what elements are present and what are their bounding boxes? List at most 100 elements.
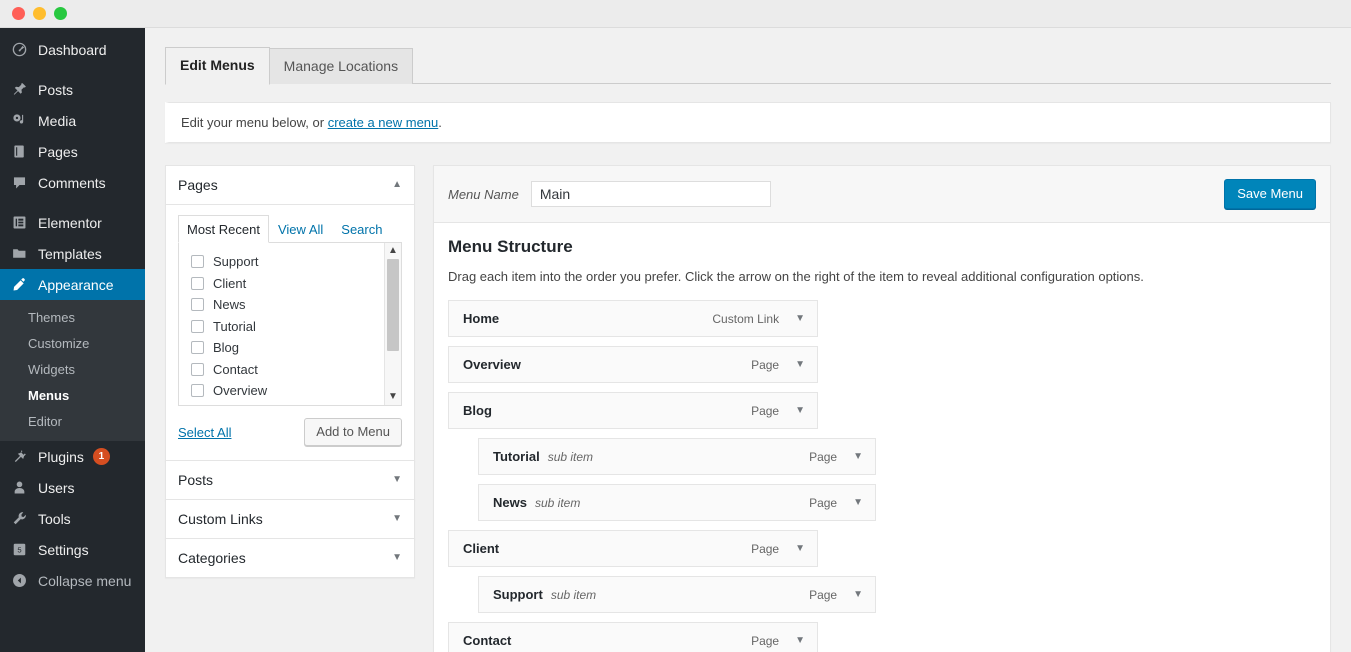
- sidebar-item-settings[interactable]: 5 Settings: [0, 534, 145, 565]
- menu-item-title: News: [493, 495, 527, 510]
- select-all-link[interactable]: Select All: [178, 425, 231, 440]
- admin-sidebar: Dashboard Posts Media Pages Comments: [0, 28, 145, 652]
- sidebar-label: Media: [38, 113, 76, 129]
- chevron-down-icon[interactable]: ▼: [392, 475, 402, 485]
- checkbox-support[interactable]: [191, 255, 204, 268]
- menu-item-row[interactable]: Support sub item Page ▼: [478, 576, 876, 613]
- menu-item-type: Page: [751, 404, 779, 418]
- menu-item-type: Page: [809, 496, 837, 510]
- checkbox-blog[interactable]: [191, 341, 204, 354]
- menu-item-row[interactable]: Tutorial sub item Page ▼: [478, 438, 876, 475]
- list-item[interactable]: Support: [191, 251, 384, 273]
- menu-item-row[interactable]: Contact Page ▼: [448, 622, 818, 652]
- submenu-item-editor[interactable]: Editor: [0, 409, 145, 435]
- checkbox-tutorial[interactable]: [191, 320, 204, 333]
- accordion-posts: Posts ▼: [165, 460, 415, 500]
- menu-item-row[interactable]: Overview Page ▼: [448, 346, 818, 383]
- menu-item-row[interactable]: News sub item Page ▼: [478, 484, 876, 521]
- list-item-label: Overview: [213, 383, 267, 398]
- list-item-label: News: [213, 297, 246, 312]
- checkbox-news[interactable]: [191, 298, 204, 311]
- sidebar-item-plugins[interactable]: Plugins 1: [0, 441, 145, 472]
- maximize-window-button[interactable]: [54, 7, 67, 20]
- sidebar-item-tools[interactable]: Tools: [0, 503, 145, 534]
- chevron-down-icon[interactable]: ▼: [795, 405, 805, 416]
- plug-icon: [9, 447, 29, 467]
- submenu-item-customize[interactable]: Customize: [0, 331, 145, 357]
- chevron-down-icon[interactable]: ▼: [392, 514, 402, 524]
- sidebar-item-collapse-menu[interactable]: Collapse menu: [0, 565, 145, 596]
- submenu-item-themes[interactable]: Themes: [0, 305, 145, 331]
- accordion-pages: Pages ▲ Most Recent View All Search: [165, 165, 415, 461]
- accordion-custom-links: Custom Links ▼: [165, 499, 415, 539]
- inner-tab-view-all[interactable]: View All: [269, 215, 332, 242]
- list-item[interactable]: Contact: [191, 359, 384, 381]
- menu-name-input[interactable]: [531, 181, 771, 207]
- list-item-label: Tutorial: [213, 319, 256, 334]
- chevron-down-icon[interactable]: ▼: [392, 553, 402, 563]
- sidebar-item-comments[interactable]: Comments: [0, 167, 145, 198]
- pages-checklist: Support Client News: [179, 243, 384, 405]
- menu-item-title: Client: [463, 541, 499, 556]
- chevron-down-icon[interactable]: ▼: [853, 451, 863, 462]
- menu-item-type: Custom Link: [712, 312, 779, 326]
- inner-tab-search[interactable]: Search: [332, 215, 391, 242]
- accordion-posts-title: Posts: [178, 472, 213, 488]
- menu-item-row[interactable]: Client Page ▼: [448, 530, 818, 567]
- accordion-custom-links-title: Custom Links: [178, 511, 263, 527]
- save-menu-button[interactable]: Save Menu: [1224, 179, 1316, 209]
- menu-structure-title: Menu Structure: [448, 237, 1316, 257]
- menu-item-type: Page: [809, 588, 837, 602]
- list-item[interactable]: Tutorial: [191, 316, 384, 338]
- close-window-button[interactable]: [12, 7, 25, 20]
- sidebar-item-dashboard[interactable]: Dashboard: [0, 34, 145, 65]
- chevron-down-icon[interactable]: ▼: [795, 543, 805, 554]
- list-item[interactable]: Overview: [191, 380, 384, 402]
- elementor-icon: [9, 213, 29, 233]
- add-to-menu-button[interactable]: Add to Menu: [304, 418, 402, 446]
- menu-item-row[interactable]: Home Custom Link ▼: [448, 300, 818, 337]
- accordion-pages-header[interactable]: Pages ▲: [166, 166, 414, 205]
- submenu-item-widgets[interactable]: Widgets: [0, 357, 145, 383]
- scroll-up-icon[interactable]: ▲: [388, 246, 398, 256]
- menu-item-row[interactable]: Blog Page ▼: [448, 392, 818, 429]
- inner-tab-most-recent[interactable]: Most Recent: [178, 215, 269, 243]
- list-item[interactable]: Test New: [191, 402, 384, 406]
- pages-list-scrollbar[interactable]: ▲ ▼: [384, 243, 401, 405]
- list-item[interactable]: Client: [191, 273, 384, 295]
- tab-manage-locations[interactable]: Manage Locations: [269, 48, 413, 84]
- accordion-posts-header[interactable]: Posts ▼: [166, 461, 414, 499]
- chevron-down-icon[interactable]: ▼: [853, 589, 863, 600]
- wrench-icon: [9, 509, 29, 529]
- submenu-item-menus[interactable]: Menus: [0, 383, 145, 409]
- sidebar-item-users[interactable]: Users: [0, 472, 145, 503]
- chevron-down-icon[interactable]: ▼: [795, 635, 805, 646]
- list-item[interactable]: News: [191, 294, 384, 316]
- menu-item-sub-flag: sub item: [535, 496, 580, 510]
- create-new-menu-link[interactable]: create a new menu: [328, 115, 439, 130]
- checkbox-overview[interactable]: [191, 384, 204, 397]
- sidebar-item-pages[interactable]: Pages: [0, 136, 145, 167]
- tab-edit-menus[interactable]: Edit Menus: [165, 47, 270, 85]
- checkbox-contact[interactable]: [191, 363, 204, 376]
- list-item[interactable]: Blog: [191, 337, 384, 359]
- menu-name-bar: Menu Name Save Menu: [434, 166, 1330, 223]
- scroll-down-icon[interactable]: ▼: [388, 392, 398, 402]
- sidebar-item-posts[interactable]: Posts: [0, 74, 145, 105]
- chevron-down-icon[interactable]: ▼: [795, 313, 805, 324]
- sidebar-item-templates[interactable]: Templates: [0, 238, 145, 269]
- minimize-window-button[interactable]: [33, 7, 46, 20]
- scrollbar-thumb[interactable]: [387, 259, 399, 351]
- sidebar-item-elementor[interactable]: Elementor: [0, 207, 145, 238]
- accordion-categories-header[interactable]: Categories ▼: [166, 539, 414, 577]
- accordion-custom-links-header[interactable]: Custom Links ▼: [166, 500, 414, 538]
- chevron-down-icon[interactable]: ▼: [853, 497, 863, 508]
- pages-inner-tabs: Most Recent View All Search: [178, 215, 402, 243]
- folder-icon: [9, 244, 29, 264]
- sidebar-item-appearance[interactable]: Appearance: [0, 269, 145, 300]
- checkbox-client[interactable]: [191, 277, 204, 290]
- accordion-categories-title: Categories: [178, 550, 246, 566]
- sidebar-item-media[interactable]: Media: [0, 105, 145, 136]
- chevron-up-icon[interactable]: ▲: [392, 180, 402, 190]
- chevron-down-icon[interactable]: ▼: [795, 359, 805, 370]
